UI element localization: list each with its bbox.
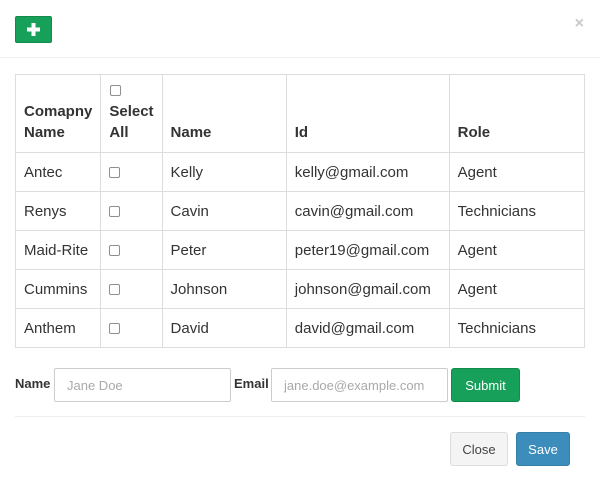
cell-role: Technicians bbox=[448, 191, 586, 231]
modal-footer: Close Save bbox=[15, 416, 585, 496]
cell-company: Maid-Rite bbox=[14, 230, 102, 270]
cell-name: Johnson bbox=[161, 269, 287, 309]
cell-id: cavin@gmail.com bbox=[285, 191, 450, 231]
row-checkbox[interactable] bbox=[109, 206, 121, 218]
cell-select bbox=[100, 152, 163, 192]
cell-id: peter19@gmail.com bbox=[285, 230, 450, 270]
cell-company: Renys bbox=[14, 191, 102, 231]
cell-role: Agent bbox=[448, 230, 586, 270]
close-button[interactable]: Close bbox=[450, 432, 508, 466]
row-checkbox[interactable] bbox=[109, 323, 121, 335]
table-header-row: Comapny Name Select All Name Id Role bbox=[14, 74, 586, 153]
cell-id: kelly@gmail.com bbox=[285, 152, 450, 192]
save-button[interactable]: Save bbox=[516, 432, 570, 466]
cell-select bbox=[100, 308, 163, 348]
column-header-company: Comapny Name bbox=[14, 74, 102, 153]
email-label: Email bbox=[234, 376, 269, 391]
table-row: Renys Cavin cavin@gmail.com Technicians bbox=[14, 191, 586, 231]
column-header-role: Role bbox=[448, 74, 586, 153]
cell-name: Peter bbox=[161, 230, 287, 270]
cell-select bbox=[100, 191, 163, 231]
cell-company: Anthem bbox=[14, 308, 102, 348]
cell-company: Antec bbox=[14, 152, 102, 192]
email-input[interactable] bbox=[271, 368, 448, 402]
modal-dialog: × Comapny Name Select All Name Id Role A… bbox=[0, 0, 600, 496]
cell-role: Technicians bbox=[448, 308, 586, 348]
submit-button[interactable]: Submit bbox=[451, 368, 520, 402]
cell-id: david@gmail.com bbox=[285, 308, 450, 348]
cell-company: Cummins bbox=[14, 269, 102, 309]
cell-select bbox=[100, 269, 163, 309]
cell-role: Agent bbox=[448, 269, 586, 309]
add-user-form: Name Email Submit bbox=[15, 368, 585, 402]
table-row: Cummins Johnson johnson@gmail.com Agent bbox=[14, 269, 586, 309]
cell-name: Kelly bbox=[161, 152, 287, 192]
cell-id: johnson@gmail.com bbox=[285, 269, 450, 309]
plus-icon bbox=[27, 23, 40, 36]
cell-role: Agent bbox=[448, 152, 586, 192]
name-label: Name bbox=[15, 376, 51, 391]
cell-name: David bbox=[161, 308, 287, 348]
select-all-checkbox[interactable] bbox=[110, 84, 122, 96]
column-header-select-all: Select All bbox=[100, 74, 163, 153]
users-table: Comapny Name Select All Name Id Role Ant… bbox=[14, 74, 586, 348]
column-header-id: Id bbox=[285, 74, 450, 153]
cell-name: Cavin bbox=[161, 191, 287, 231]
table-row: Antec Kelly kelly@gmail.com Agent bbox=[14, 152, 586, 192]
table-row: Maid-Rite Peter peter19@gmail.com Agent bbox=[14, 230, 586, 270]
modal-header: × bbox=[0, 0, 600, 58]
name-input[interactable] bbox=[54, 368, 231, 402]
close-icon[interactable]: × bbox=[575, 14, 584, 34]
add-button[interactable] bbox=[15, 16, 52, 43]
column-header-name: Name bbox=[161, 74, 287, 153]
row-checkbox[interactable] bbox=[109, 284, 121, 296]
row-checkbox[interactable] bbox=[109, 245, 121, 257]
table-row: Anthem David david@gmail.com Technicians bbox=[14, 308, 586, 348]
select-all-label: Select All bbox=[109, 103, 154, 141]
row-checkbox[interactable] bbox=[109, 167, 121, 179]
cell-select bbox=[100, 230, 163, 270]
